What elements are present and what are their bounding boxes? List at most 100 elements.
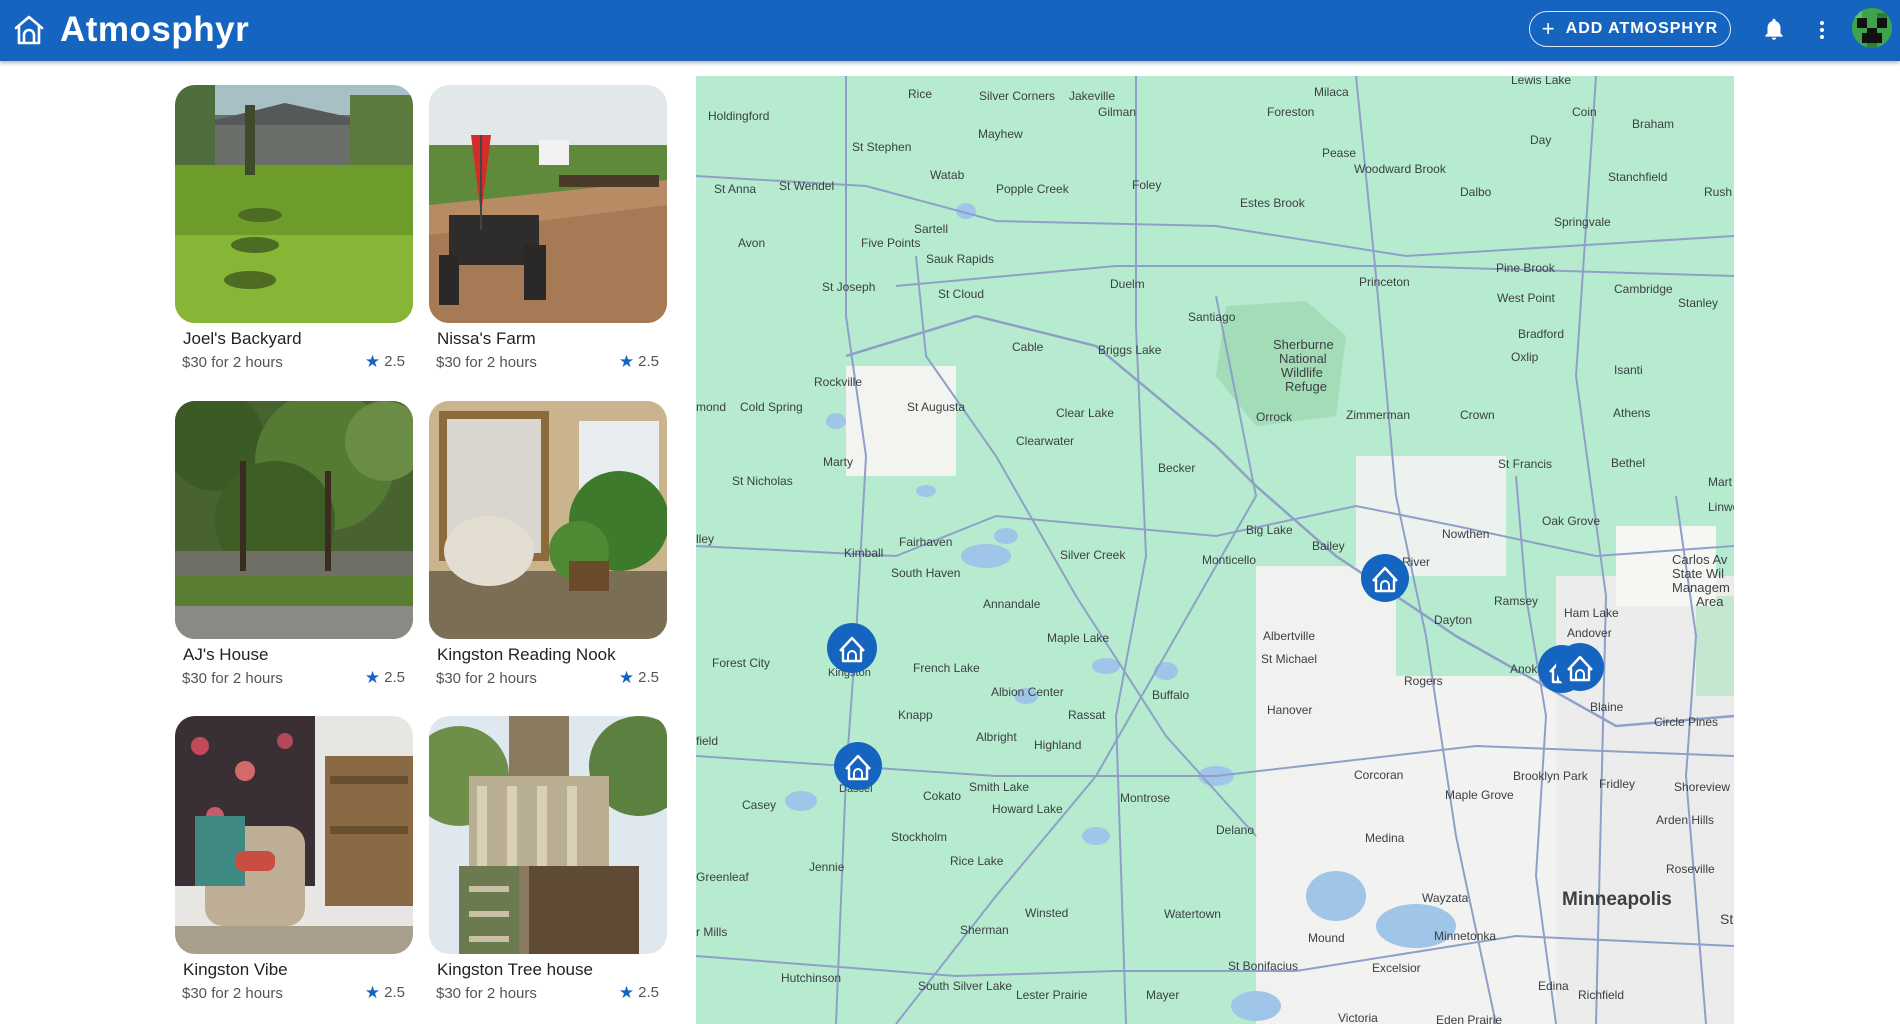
map-place-label: Marty — [823, 455, 853, 469]
map-place-label: Dayton — [1434, 613, 1472, 627]
map-place-label: Bailey — [1312, 539, 1345, 553]
map-place-label: Holdingford — [708, 109, 769, 123]
map-place-label: South Silver Lake — [918, 979, 1012, 993]
map-place-label: Zimmerman — [1346, 408, 1410, 422]
star-icon: ★ — [364, 668, 381, 687]
map-place-label: Santiago — [1188, 310, 1236, 324]
map-place-label: St Wendel — [779, 179, 834, 193]
add-atmosphyr-button[interactable]: + ADD ATMOSPHYR — [1529, 11, 1731, 47]
map-place-label: Medina — [1365, 831, 1405, 845]
map-place-label: St Anna — [714, 182, 756, 196]
map-place-label: Crown — [1460, 408, 1495, 422]
home-marker-icon[interactable] — [1361, 554, 1409, 602]
listing-card[interactable]: Kingston Reading Nook $30 for 2 hours ★ … — [429, 401, 667, 687]
map-place-label: Winsted — [1025, 906, 1068, 920]
home-marker-icon[interactable] — [1556, 643, 1604, 691]
map-place-label: Blaine — [1590, 700, 1624, 714]
rating-value: 2.5 — [384, 353, 405, 370]
map-place-label: Rockville — [814, 375, 862, 389]
listing-rating: ★ 2.5 — [619, 353, 659, 370]
map-place-label: St Francis — [1498, 457, 1552, 471]
listing-card[interactable]: Kingston Tree house $30 for 2 hours ★ 2.… — [429, 716, 667, 1002]
map-place-label: National — [1279, 351, 1327, 366]
map-place-label: Dalbo — [1460, 185, 1492, 199]
map-place-label: Hutchinson — [781, 971, 841, 985]
map-place-label: Milaca — [1314, 85, 1349, 99]
map-place-label: Howard Lake — [992, 802, 1063, 816]
listing-card[interactable]: AJ's House $30 for 2 hours ★ 2.5 — [175, 401, 413, 687]
map-place-label: Eden Prairie — [1436, 1013, 1502, 1024]
listing-card[interactable]: Kingston Vibe $30 for 2 hours ★ 2.5 — [175, 716, 413, 1002]
map-place-label: Smith Lake — [969, 780, 1029, 794]
map-place-label: Knapp — [898, 708, 933, 722]
listing-price: $30 for 2 hours — [436, 354, 537, 371]
home-logo-icon — [14, 15, 44, 45]
map-place-label: St — [1720, 911, 1733, 927]
map-place-label: Brooklyn Park — [1513, 769, 1589, 783]
map-place-label: St Cloud — [938, 287, 984, 301]
listing-price: $30 for 2 hours — [182, 985, 283, 1002]
map-place-label: St Michael — [1261, 652, 1317, 666]
listing-price: $30 for 2 hours — [182, 354, 283, 371]
map-place-label: Orrock — [1256, 410, 1293, 424]
map-place-label: Avon — [738, 236, 765, 250]
map-place-label: Rassat — [1068, 708, 1106, 722]
map-place-label: Richfield — [1578, 988, 1624, 1002]
listing-rating: ★ 2.5 — [365, 984, 405, 1001]
map-place-label: Nowthen — [1442, 527, 1489, 541]
listing-card[interactable]: Nissa's Farm $30 for 2 hours ★ 2.5 — [429, 85, 667, 371]
home-marker-icon[interactable] — [834, 742, 882, 790]
listing-card[interactable]: Joel's Backyard $30 for 2 hours ★ 2.5 — [175, 85, 413, 371]
map-place-label: mond — [696, 400, 726, 414]
map-place-label: Albion Center — [991, 685, 1064, 699]
listing-photo[interactable] — [429, 716, 667, 954]
map-place-label: Carlos Av — [1672, 552, 1728, 567]
listing-name: Kingston Tree house — [437, 960, 593, 979]
map-place-label: Sauk Rapids — [926, 252, 994, 266]
map-place-label: Bethel — [1611, 456, 1645, 470]
map-place-label: State Wil — [1672, 566, 1724, 581]
map-place-label: French Lake — [913, 661, 980, 675]
map[interactable]: Rice Silver Corners Jakeville Gilman Mil… — [696, 76, 1734, 1024]
listing-photo[interactable] — [429, 85, 667, 323]
map-place-label: Cokato — [923, 789, 961, 803]
map-place-label: St Augusta — [907, 400, 965, 414]
map-place-label: Circle Pines — [1654, 715, 1718, 729]
map-place-label: field — [696, 734, 718, 748]
map-place-label: Woodward Brook — [1354, 162, 1447, 176]
map-place-label: Sartell — [914, 222, 948, 236]
map-place-label: Isanti — [1614, 363, 1643, 377]
map-place-label: West Point — [1497, 291, 1555, 305]
listing-photo[interactable] — [429, 401, 667, 639]
map-place-label: Briggs Lake — [1098, 343, 1162, 357]
map-place-label: Victoria — [1338, 1011, 1378, 1024]
listing-name: Kingston Reading Nook — [437, 645, 616, 664]
map-place-label: Arden Hills — [1656, 813, 1714, 827]
map-place-label: Hanover — [1267, 703, 1312, 717]
map-place-label: Sherburne — [1273, 337, 1334, 352]
listing-photo[interactable] — [175, 85, 413, 323]
home-marker-icon[interactable] — [827, 623, 877, 673]
map-place-label: Fairhaven — [899, 535, 952, 549]
map-place-label: Delano — [1216, 823, 1254, 837]
add-atmosphyr-label: ADD ATMOSPHYR — [1565, 20, 1719, 37]
map-place-label: Duelm — [1110, 277, 1145, 291]
map-place-label: Silver Corners — [979, 89, 1055, 103]
map-place-label: Annandale — [983, 597, 1041, 611]
map-place-label: Mayer — [1146, 988, 1179, 1002]
map-place-label: Managem — [1672, 580, 1730, 595]
avatar[interactable] — [1852, 8, 1892, 48]
brand[interactable]: Atmosphyr — [12, 8, 249, 52]
map-place-label: Rogers — [1404, 674, 1443, 688]
more-vert-icon[interactable] — [1812, 16, 1832, 44]
map-place-label: lley — [696, 532, 714, 546]
bell-icon[interactable] — [1761, 16, 1787, 42]
map-place-label: Shoreview — [1674, 780, 1730, 794]
listing-photo[interactable] — [175, 716, 413, 954]
map-place-label: Cable — [1012, 340, 1044, 354]
map-place-label: Foley — [1132, 178, 1161, 192]
map-place-label: Excelsior — [1372, 961, 1421, 975]
map-place-label: Minneapolis — [1562, 889, 1672, 910]
map-place-label: Lester Prairie — [1016, 988, 1088, 1002]
listing-photo[interactable] — [175, 401, 413, 639]
